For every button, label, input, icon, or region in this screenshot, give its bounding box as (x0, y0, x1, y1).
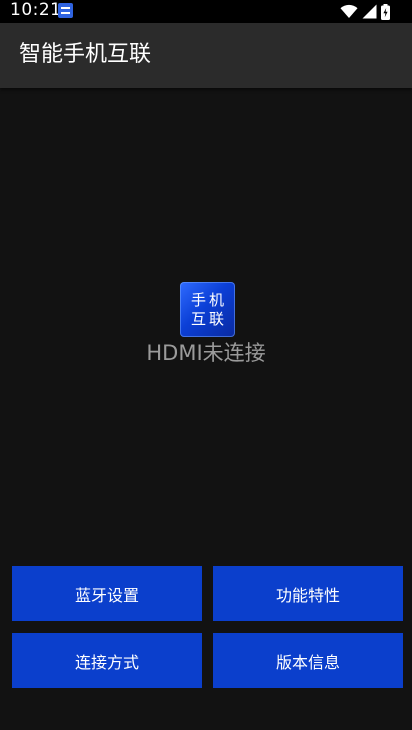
status-bar: 10:21 (0, 0, 412, 23)
app-title: 智能手机互联 (19, 42, 152, 67)
battery-icon (381, 3, 390, 20)
app-logo-icon: 手机 互联 (180, 282, 235, 337)
hdmi-connection-status: HDMI未连接 (146, 341, 266, 365)
bluetooth-settings-button[interactable]: 蓝牙设置 (12, 566, 202, 621)
app-bar: 智能手机互联 (0, 23, 412, 88)
version-info-button[interactable]: 版本信息 (213, 633, 403, 688)
features-button[interactable]: 功能特性 (213, 566, 403, 621)
app-screen: 10:21 智能手机互联 手机 互联 HDMI未连接 蓝牙设置 功能特性 连接方… (0, 0, 412, 730)
cellular-signal-icon (362, 4, 377, 19)
connection-method-button[interactable]: 连接方式 (12, 633, 202, 688)
status-icons (340, 2, 390, 21)
wifi-icon (340, 4, 358, 19)
logo-text-line-2: 互联 (190, 309, 227, 328)
app-notification-icon (58, 3, 73, 18)
status-time: 10:21 (10, 0, 62, 20)
logo-text-line-1: 手机 (190, 290, 227, 309)
